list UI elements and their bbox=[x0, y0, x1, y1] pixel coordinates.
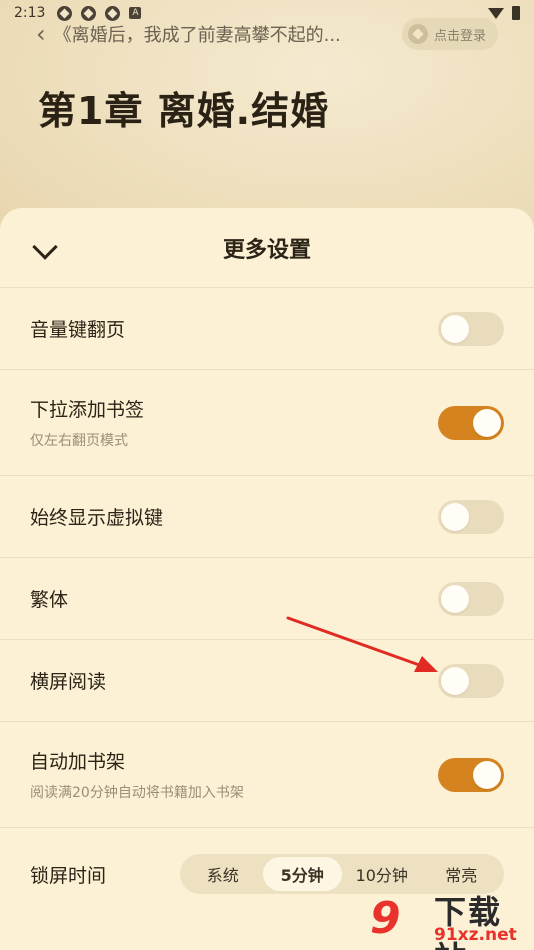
volume-page-turn-toggle[interactable] bbox=[438, 311, 504, 346]
setting-text: 繁体 bbox=[30, 585, 438, 612]
watermark: 9 下载站 91xz.net bbox=[370, 885, 534, 950]
setting-label: 音量键翻页 bbox=[30, 319, 126, 341]
show-virtual-keys-toggle[interactable] bbox=[438, 499, 504, 534]
lock-option-5min[interactable]: 5分钟 bbox=[262, 857, 342, 891]
pull-bookmark-toggle[interactable] bbox=[438, 405, 504, 440]
toggle-knob bbox=[441, 314, 469, 343]
setting-label: 繁体 bbox=[30, 589, 69, 611]
annotation-arrow-icon bbox=[286, 616, 438, 672]
toggle-knob bbox=[441, 584, 469, 613]
top-nav: ‹ 《离婚后，我成了前妻高攀不起的... 点击登录 bbox=[0, 14, 534, 54]
setting-text: 始终显示虚拟键 bbox=[30, 503, 438, 530]
settings-sheet: 更多设置 音量键翻页 下拉添加书签 仅左右翻页模式 始终显示虚拟键 繁体 横屏阅… bbox=[0, 208, 534, 950]
setting-row-show-virtual-keys: 始终显示虚拟键 bbox=[0, 476, 534, 558]
login-button[interactable]: 点击登录 bbox=[401, 18, 498, 50]
lock-option-system[interactable]: 系统 bbox=[183, 857, 263, 891]
setting-row-auto-add-shelf: 自动加书架 阅读满20分钟自动将书籍加入书架 bbox=[0, 722, 534, 828]
setting-row-volume-page-turn: 音量键翻页 bbox=[0, 288, 534, 370]
sheet-title: 更多设置 bbox=[222, 237, 311, 263]
sheet-header: 更多设置 bbox=[0, 208, 534, 288]
setting-row-pull-bookmark: 下拉添加书签 仅左右翻页模式 bbox=[0, 370, 534, 476]
auto-add-shelf-toggle[interactable] bbox=[438, 757, 504, 792]
setting-label: 始终显示虚拟键 bbox=[30, 507, 164, 529]
setting-text: 音量键翻页 bbox=[30, 315, 438, 342]
setting-text: 下拉添加书签 仅左右翻页模式 bbox=[30, 395, 438, 450]
toggle-knob bbox=[473, 760, 501, 789]
setting-text: 自动加书架 阅读满20分钟自动将书籍加入书架 bbox=[30, 747, 438, 802]
toggle-knob bbox=[473, 408, 501, 437]
setting-row-landscape-reading: 横屏阅读 bbox=[0, 640, 534, 722]
login-label: 点击登录 bbox=[433, 28, 486, 44]
chevron-down-icon[interactable] bbox=[32, 234, 58, 260]
toggle-knob bbox=[441, 502, 469, 531]
book-title: 《离婚后，我成了前妻高攀不起的... bbox=[53, 25, 341, 46]
setting-label: 锁屏时间 bbox=[30, 864, 107, 887]
setting-row-traditional-chinese: 繁体 bbox=[0, 558, 534, 640]
watermark-logo-icon: 9 bbox=[370, 893, 401, 944]
setting-label: 自动加书架 bbox=[30, 751, 126, 773]
watermark-url: 91xz.net bbox=[434, 925, 517, 945]
setting-sublabel: 仅左右翻页模式 bbox=[30, 433, 128, 449]
diamond-icon bbox=[407, 24, 428, 44]
chapter-title: 第1章 离婚.结婚 bbox=[38, 89, 330, 133]
setting-label: 下拉添加书签 bbox=[30, 399, 145, 421]
back-arrow-icon[interactable]: ‹ bbox=[36, 22, 46, 46]
setting-sublabel: 阅读满20分钟自动将书籍加入书架 bbox=[30, 785, 244, 801]
